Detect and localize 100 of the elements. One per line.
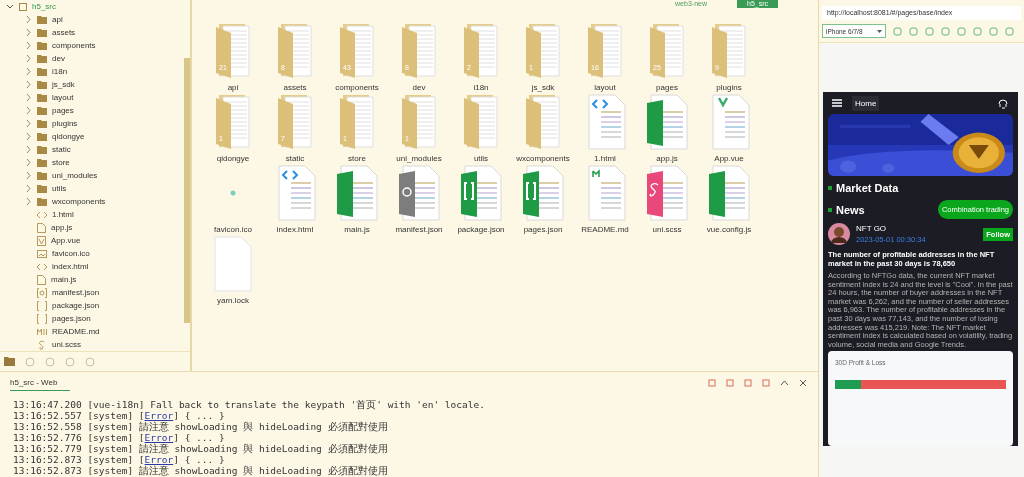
file-label: plugins <box>716 83 742 92</box>
console-line: 13:16:47.200 [vue-i18n] Fall back to translate the keypath '首页' with 'en' locale. <box>13 399 486 410</box>
chevron-icon[interactable] <box>26 29 32 36</box>
chevron-icon[interactable] <box>6 3 14 10</box>
headset-icon[interactable] <box>997 97 1009 109</box>
bullet-icon <box>828 186 832 190</box>
chevron-icon[interactable] <box>26 42 32 49</box>
brackets-icon <box>37 300 47 311</box>
tree-item[interactable]: plugins <box>52 119 78 128</box>
chevron-icon[interactable] <box>26 146 32 153</box>
error-link[interactable]: Error <box>144 410 174 421</box>
nav-tab[interactable]: Home <box>852 95 880 111</box>
tree-item[interactable]: App.vue <box>51 236 81 245</box>
file-label: index.html <box>276 225 314 234</box>
project-icon <box>19 2 27 11</box>
console-line: 13:16:52.558 [system] 請注意 showLoading 與 hideLoading 必須配對使用 <box>13 421 389 432</box>
js-file-icon <box>707 165 751 221</box>
code-file-icon <box>37 210 47 219</box>
file-label: js_sdk <box>531 83 555 92</box>
sass-file-icon <box>37 339 47 350</box>
file-label: static <box>285 154 305 163</box>
chevron-icon[interactable] <box>26 94 32 101</box>
file-label: uni_modules <box>396 154 442 163</box>
caret-icon <box>877 29 882 33</box>
tree-item[interactable]: store <box>52 158 70 167</box>
file-label: uni.scss <box>652 225 682 234</box>
tree-item[interactable]: manifest.json <box>52 288 100 297</box>
tree-item[interactable]: components <box>52 41 96 50</box>
section-title: News <box>836 203 865 216</box>
json-file-icon <box>521 165 565 221</box>
console-line: 13:16:52.557 [system] [Error] { ... } <box>13 410 226 421</box>
tree-item[interactable]: api <box>52 15 63 24</box>
file-label: yarn.lock <box>217 296 249 305</box>
file-label: i18n <box>473 83 489 92</box>
console-tab[interactable]: h5_src - Web <box>10 375 70 391</box>
file-label: App.vue <box>714 154 744 163</box>
file-label: README.md <box>581 225 629 234</box>
console-line: 13:16:52.873 [system] 請注意 showLoading 與 hideLoading 必須配對使用 <box>13 465 389 476</box>
tree-item[interactable]: package.json <box>52 301 100 310</box>
menu-icon[interactable] <box>832 99 842 107</box>
chevron-icon[interactable] <box>26 185 32 192</box>
js-file-icon <box>335 165 379 221</box>
file-label: vue.config.js <box>706 225 752 234</box>
chevron-icon[interactable] <box>26 159 32 166</box>
tree-item[interactable]: 1.html <box>52 210 74 219</box>
js-file-icon <box>645 94 689 150</box>
chevron-icon[interactable] <box>26 133 32 140</box>
error-link[interactable]: Error <box>144 432 174 443</box>
chevron-icon[interactable] <box>26 68 32 75</box>
file-icon <box>37 274 46 285</box>
tree-item[interactable]: favicon.ico <box>52 249 90 258</box>
chevron-icon[interactable] <box>26 120 32 127</box>
chevron-icon[interactable] <box>26 107 32 114</box>
tree-item[interactable]: main.js <box>51 275 77 284</box>
console-line: 13:16:52.873 [system] [Error] { ... } <box>13 454 226 465</box>
tree-item[interactable]: pages <box>52 106 74 115</box>
file-label: components <box>335 83 379 92</box>
tree-item[interactable]: app.js <box>51 223 73 232</box>
close-icon[interactable] <box>799 379 808 387</box>
file-label: favicon.ico <box>214 225 252 234</box>
tree-item[interactable]: uni_modules <box>52 171 98 180</box>
file-label: package.json <box>457 225 505 234</box>
file-icon <box>37 222 46 233</box>
tree-item[interactable]: i18n <box>52 67 68 76</box>
folder-icon <box>463 94 499 150</box>
tree-item[interactable]: h5_src <box>32 2 56 11</box>
chevron-icon[interactable] <box>26 198 32 205</box>
markdown-icon <box>37 327 47 336</box>
section-title: Market Data <box>836 182 899 194</box>
tree-item[interactable]: uni.scss <box>52 340 81 349</box>
tree-item[interactable]: static <box>52 145 71 154</box>
author-name: NFT GO <box>856 224 888 233</box>
file-label: pages.json <box>523 225 563 234</box>
console-line: 13:16:52.776 [system] [Error] { ... } <box>13 432 226 443</box>
scrollbar[interactable] <box>184 58 190 323</box>
settings-file-icon <box>37 287 47 298</box>
tree-item[interactable]: README.md <box>52 327 100 336</box>
tree-item[interactable]: js_sdk <box>52 80 75 89</box>
folder-icon[interactable] <box>4 357 15 366</box>
tree-item[interactable]: pages.json <box>52 314 91 323</box>
file-label: utils <box>473 154 489 163</box>
sass-file-icon <box>645 165 689 221</box>
chevron-icon[interactable] <box>26 81 32 88</box>
chevron-icon[interactable] <box>26 172 32 179</box>
chevron-icon[interactable] <box>26 16 32 23</box>
chevron-up-icon[interactable] <box>780 379 789 387</box>
tree-item[interactable]: assets <box>52 28 76 37</box>
file-label: app.js <box>656 154 678 163</box>
error-link[interactable]: Error <box>144 454 174 465</box>
image-file-icon <box>37 249 47 258</box>
chevron-icon[interactable] <box>26 55 32 62</box>
tree-item[interactable]: qidongye <box>52 132 85 141</box>
console-line: 13:16:52.779 [system] 請注意 showLoading 與 hideLoading 必須配對使用 <box>13 443 389 454</box>
tree-item[interactable]: layout <box>52 93 74 102</box>
tree-item[interactable]: wxcomponents <box>52 197 106 206</box>
tree-item[interactable]: utils <box>52 184 67 193</box>
tree-item[interactable]: dev <box>52 54 65 63</box>
tree-item[interactable]: index.html <box>52 262 89 271</box>
blank-file-icon <box>213 236 253 292</box>
file-label: api <box>227 83 239 92</box>
